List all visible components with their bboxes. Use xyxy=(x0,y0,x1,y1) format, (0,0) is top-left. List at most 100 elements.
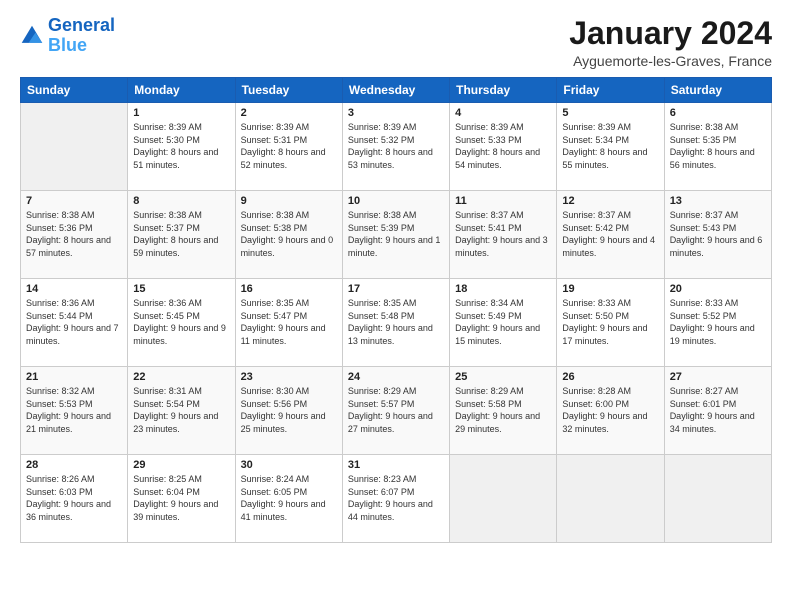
day-info: Sunrise: 8:24 AMSunset: 6:05 PMDaylight:… xyxy=(241,473,337,523)
day-number: 30 xyxy=(241,459,337,471)
month-title: January 2024 xyxy=(569,16,772,51)
day-number: 23 xyxy=(241,371,337,383)
day-number: 12 xyxy=(562,195,658,207)
day-number: 9 xyxy=(241,195,337,207)
day-info: Sunrise: 8:29 AMSunset: 5:57 PMDaylight:… xyxy=(348,385,444,435)
logo-text: General Blue xyxy=(48,16,115,56)
day-number: 24 xyxy=(348,371,444,383)
day-info: Sunrise: 8:38 AMSunset: 5:39 PMDaylight:… xyxy=(348,209,444,259)
day-number: 11 xyxy=(455,195,551,207)
col-wednesday: Wednesday xyxy=(342,78,449,103)
calendar-cell: 28 Sunrise: 8:26 AMSunset: 6:03 PMDayligh… xyxy=(21,455,128,543)
day-info: Sunrise: 8:39 AMSunset: 5:34 PMDaylight:… xyxy=(562,121,658,171)
day-info: Sunrise: 8:31 AMSunset: 5:54 PMDaylight:… xyxy=(133,385,229,435)
day-info: Sunrise: 8:38 AMSunset: 5:38 PMDaylight:… xyxy=(241,209,337,259)
calendar-week-0: 1 Sunrise: 8:39 AMSunset: 5:30 PMDaylight… xyxy=(21,103,772,191)
day-number: 5 xyxy=(562,107,658,119)
day-info: Sunrise: 8:29 AMSunset: 5:58 PMDaylight:… xyxy=(455,385,551,435)
day-number: 15 xyxy=(133,283,229,295)
logo-icon xyxy=(20,24,44,48)
calendar-week-2: 14Sunrise: 8:36 AMSunset: 5:44 PMDayligh… xyxy=(21,279,772,367)
day-info: Sunrise: 8:32 AMSunset: 5:53 PMDaylight:… xyxy=(26,385,122,435)
day-info: Sunrise: 8:37 AMSunset: 5:43 PMDaylight:… xyxy=(670,209,766,259)
day-number: 4 xyxy=(455,107,551,119)
day-number: 13 xyxy=(670,195,766,207)
calendar-cell xyxy=(557,455,664,543)
day-info: Sunrise: 8:39 AMSunset: 5:33 PMDaylight:… xyxy=(455,121,551,171)
calendar-cell xyxy=(21,103,128,191)
calendar-cell: 6 Sunrise: 8:38 AMSunset: 5:35 PMDaylight… xyxy=(664,103,771,191)
day-number: 26 xyxy=(562,371,658,383)
day-info: Sunrise: 8:35 AMSunset: 5:47 PMDaylight:… xyxy=(241,297,337,347)
day-number: 19 xyxy=(562,283,658,295)
calendar-cell: 27 Sunrise: 8:27 AMSunset: 6:01 PMDayligh… xyxy=(664,367,771,455)
col-tuesday: Tuesday xyxy=(235,78,342,103)
calendar-cell: 13 Sunrise: 8:37 AMSunset: 5:43 PMDayligh… xyxy=(664,191,771,279)
day-info: Sunrise: 8:38 AMSunset: 5:36 PMDaylight:… xyxy=(26,209,122,259)
day-info: Sunrise: 8:33 AMSunset: 5:52 PMDaylight:… xyxy=(670,297,766,347)
calendar-cell: 31Sunrise: 8:23 AMSunset: 6:07 PMDayligh… xyxy=(342,455,449,543)
day-info: Sunrise: 8:37 AMSunset: 5:41 PMDaylight:… xyxy=(455,209,551,259)
calendar-cell: 30 Sunrise: 8:24 AMSunset: 6:05 PMDayligh… xyxy=(235,455,342,543)
calendar-cell: 4 Sunrise: 8:39 AMSunset: 5:33 PMDaylight… xyxy=(450,103,557,191)
col-thursday: Thursday xyxy=(450,78,557,103)
day-number: 16 xyxy=(241,283,337,295)
day-number: 17 xyxy=(348,283,444,295)
day-number: 8 xyxy=(133,195,229,207)
day-number: 21 xyxy=(26,371,122,383)
day-info: Sunrise: 8:28 AMSunset: 6:00 PMDaylight:… xyxy=(562,385,658,435)
day-number: 25 xyxy=(455,371,551,383)
header-row: Sunday Monday Tuesday Wednesday Thursday… xyxy=(21,78,772,103)
calendar-cell xyxy=(450,455,557,543)
title-section: January 2024 Ayguemorte-les-Graves, Fran… xyxy=(569,16,772,69)
calendar-cell: 18 Sunrise: 8:34 AMSunset: 5:49 PMDayligh… xyxy=(450,279,557,367)
day-number: 7 xyxy=(26,195,122,207)
day-number: 27 xyxy=(670,371,766,383)
calendar-cell: 17Sunrise: 8:35 AMSunset: 5:48 PMDayligh… xyxy=(342,279,449,367)
col-sunday: Sunday xyxy=(21,78,128,103)
calendar-cell: 11 Sunrise: 8:37 AMSunset: 5:41 PMDayligh… xyxy=(450,191,557,279)
day-number: 6 xyxy=(670,107,766,119)
calendar-week-1: 7 Sunrise: 8:38 AMSunset: 5:36 PMDaylight… xyxy=(21,191,772,279)
col-friday: Friday xyxy=(557,78,664,103)
day-number: 1 xyxy=(133,107,229,119)
calendar-page: General Blue January 2024 Ayguemorte-les… xyxy=(0,0,792,612)
day-info: Sunrise: 8:37 AMSunset: 5:42 PMDaylight:… xyxy=(562,209,658,259)
calendar-cell: 21 Sunrise: 8:32 AMSunset: 5:53 PMDayligh… xyxy=(21,367,128,455)
calendar-table: Sunday Monday Tuesday Wednesday Thursday… xyxy=(20,77,772,543)
day-info: Sunrise: 8:39 AMSunset: 5:32 PMDaylight:… xyxy=(348,121,444,171)
day-number: 28 xyxy=(26,459,122,471)
day-info: Sunrise: 8:38 AMSunset: 5:35 PMDaylight:… xyxy=(670,121,766,171)
day-info: Sunrise: 8:39 AMSunset: 5:30 PMDaylight:… xyxy=(133,121,229,171)
col-saturday: Saturday xyxy=(664,78,771,103)
day-info: Sunrise: 8:27 AMSunset: 6:01 PMDaylight:… xyxy=(670,385,766,435)
calendar-cell: 10 Sunrise: 8:38 AMSunset: 5:39 PMDayligh… xyxy=(342,191,449,279)
day-info: Sunrise: 8:38 AMSunset: 5:37 PMDaylight:… xyxy=(133,209,229,259)
calendar-week-4: 28 Sunrise: 8:26 AMSunset: 6:03 PMDayligh… xyxy=(21,455,772,543)
logo: General Blue xyxy=(20,16,115,56)
calendar-cell xyxy=(664,455,771,543)
calendar-week-3: 21 Sunrise: 8:32 AMSunset: 5:53 PMDayligh… xyxy=(21,367,772,455)
day-number: 29 xyxy=(133,459,229,471)
calendar-cell: 19 Sunrise: 8:33 AMSunset: 5:50 PMDayligh… xyxy=(557,279,664,367)
calendar-cell: 25 Sunrise: 8:29 AMSunset: 5:58 PMDayligh… xyxy=(450,367,557,455)
calendar-cell: 8 Sunrise: 8:38 AMSunset: 5:37 PMDaylight… xyxy=(128,191,235,279)
day-info: Sunrise: 8:26 AMSunset: 6:03 PMDaylight:… xyxy=(26,473,122,523)
day-number: 20 xyxy=(670,283,766,295)
calendar-cell: 14Sunrise: 8:36 AMSunset: 5:44 PMDayligh… xyxy=(21,279,128,367)
day-number: 10 xyxy=(348,195,444,207)
day-info: Sunrise: 8:39 AMSunset: 5:31 PMDaylight:… xyxy=(241,121,337,171)
day-info: Sunrise: 8:36 AMSunset: 5:44 PMDaylight:… xyxy=(26,297,122,347)
day-number: 18 xyxy=(455,283,551,295)
day-number: 3 xyxy=(348,107,444,119)
col-monday: Monday xyxy=(128,78,235,103)
calendar-cell: 20 Sunrise: 8:33 AMSunset: 5:52 PMDayligh… xyxy=(664,279,771,367)
day-info: Sunrise: 8:33 AMSunset: 5:50 PMDaylight:… xyxy=(562,297,658,347)
calendar-cell: 5 Sunrise: 8:39 AMSunset: 5:34 PMDaylight… xyxy=(557,103,664,191)
calendar-cell: 1 Sunrise: 8:39 AMSunset: 5:30 PMDaylight… xyxy=(128,103,235,191)
day-info: Sunrise: 8:34 AMSunset: 5:49 PMDaylight:… xyxy=(455,297,551,347)
header: General Blue January 2024 Ayguemorte-les… xyxy=(20,16,772,69)
calendar-cell: 16 Sunrise: 8:35 AMSunset: 5:47 PMDayligh… xyxy=(235,279,342,367)
day-info: Sunrise: 8:23 AMSunset: 6:07 PMDaylight:… xyxy=(348,473,444,523)
calendar-cell: 29Sunrise: 8:25 AMSunset: 6:04 PMDayligh… xyxy=(128,455,235,543)
